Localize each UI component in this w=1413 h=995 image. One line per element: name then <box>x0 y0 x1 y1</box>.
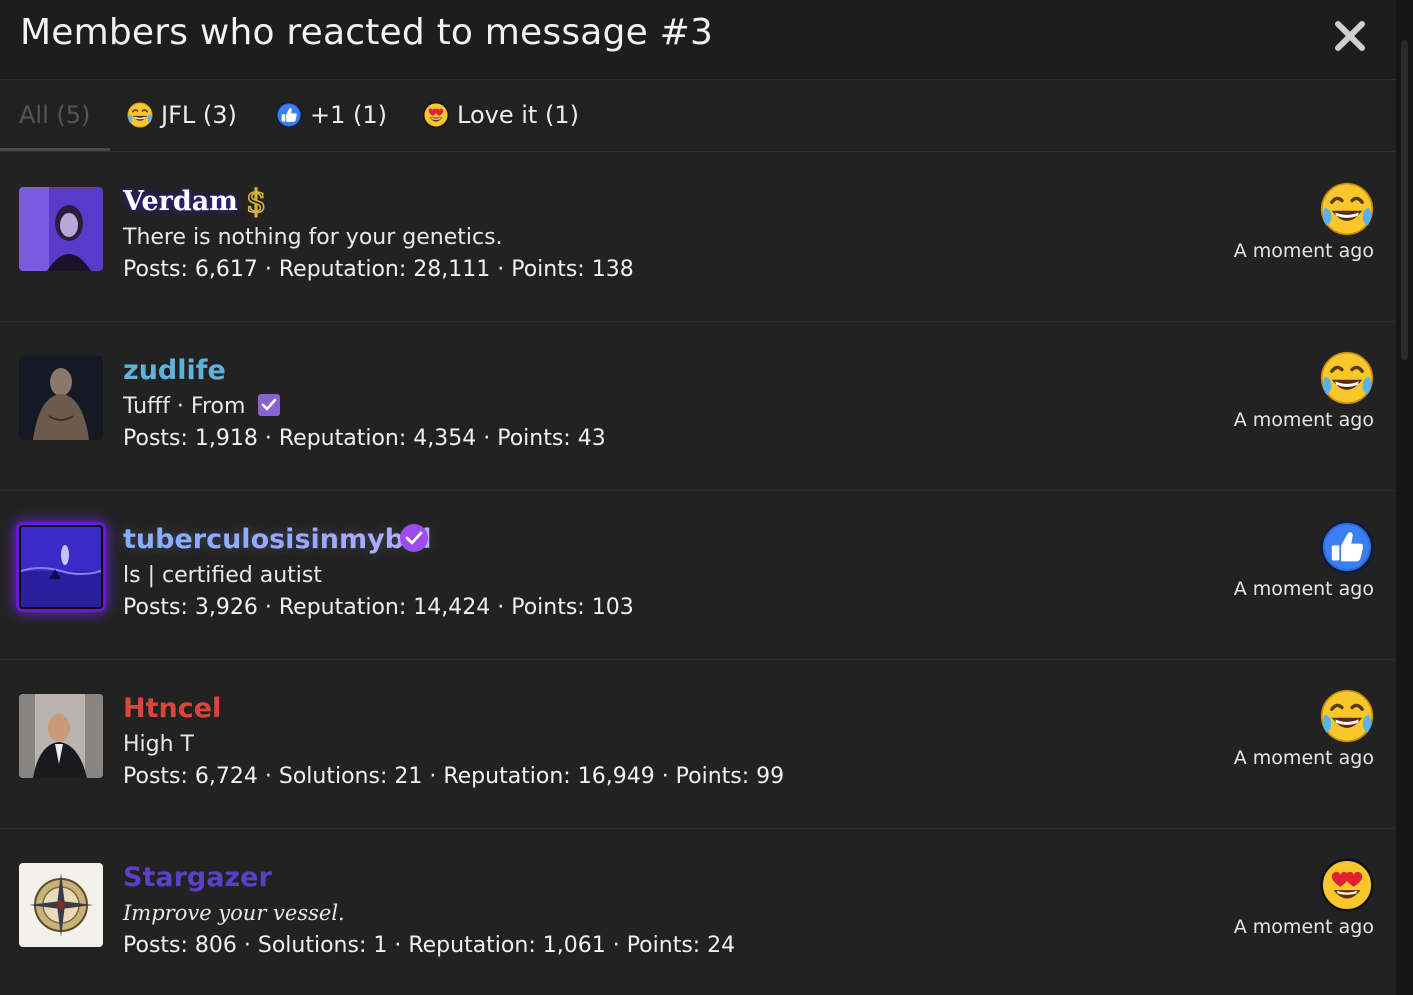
heart-eyes-icon <box>1320 858 1374 912</box>
laugh-cry-icon <box>1320 689 1374 743</box>
avatar[interactable] <box>19 356 103 440</box>
user-stats: Posts: 1,918 · Reputation: 4,354 · Point… <box>123 426 606 451</box>
list-item: Stargazer Improve your vessel. Posts: 80… <box>0 828 1396 995</box>
user-stats: Posts: 6,617 · Reputation: 28,111 · Poin… <box>123 257 634 282</box>
thumbs-up-icon <box>276 102 302 128</box>
verified-icon <box>399 523 429 557</box>
username[interactable]: Verdam <box>123 186 238 217</box>
scrollbar-thumb[interactable] <box>1401 40 1408 360</box>
reaction-time: A moment ago <box>1233 747 1374 769</box>
laugh-cry-icon <box>1320 351 1374 405</box>
scrollbar[interactable] <box>1396 0 1413 995</box>
user-title: High T <box>123 732 194 757</box>
list-item: tuberculosisinmybal ls | certified autis… <box>0 490 1396 660</box>
reaction-tabs: All (5) JFL (3) +1 (1) Love it (1) <box>0 80 1396 152</box>
tab-label: Love it (1) <box>457 101 579 129</box>
dialog-header: Members who reacted to message #3 <box>0 0 1396 80</box>
laugh-cry-icon <box>127 102 153 128</box>
reaction-time: A moment ago <box>1233 409 1374 431</box>
tab-plus-one[interactable]: +1 (1) <box>276 80 387 150</box>
user-stats: Posts: 806 · Solutions: 1 · Reputation: … <box>123 933 736 958</box>
dialog-title: Members who reacted to message #3 <box>20 12 714 53</box>
list-item: zudlife Tufff · From Posts: 1,918 · Repu… <box>0 321 1396 491</box>
close-icon[interactable] <box>1330 16 1370 56</box>
user-stats: Posts: 3,926 · Reputation: 14,424 · Poin… <box>123 595 634 620</box>
list-item: Verdam $ There is nothing for your genet… <box>0 152 1396 322</box>
dollar-icon: $ <box>244 181 270 222</box>
avatar[interactable] <box>19 863 103 947</box>
user-stats: Posts: 6,724 · Solutions: 21 · Reputatio… <box>123 764 785 789</box>
heart-eyes-icon <box>423 102 449 128</box>
svg-text:$: $ <box>246 182 266 218</box>
reaction-time: A moment ago <box>1233 240 1374 262</box>
list-item: Htncel High T Posts: 6,724 · Solutions: … <box>0 659 1396 829</box>
avatar[interactable] <box>19 525 103 609</box>
reaction-time: A moment ago <box>1233 578 1374 600</box>
checkbox-icon <box>258 394 281 416</box>
tab-jfl[interactable]: JFL (3) <box>127 80 237 150</box>
tab-label: +1 (1) <box>310 101 388 129</box>
user-title: There is nothing for your genetics. <box>123 225 503 250</box>
thumbs-up-icon <box>1320 520 1374 574</box>
tab-love-it[interactable]: Love it (1) <box>423 80 579 150</box>
avatar[interactable] <box>19 187 103 271</box>
tab-all[interactable]: All (5) <box>0 80 111 151</box>
username[interactable]: Stargazer <box>123 862 272 893</box>
reactions-dialog: Members who reacted to message #3 All (5… <box>0 0 1396 995</box>
laugh-cry-icon <box>1320 182 1374 236</box>
reaction-time: A moment ago <box>1233 916 1374 938</box>
user-title: ls | certified autist <box>123 563 322 588</box>
username[interactable]: Htncel <box>123 693 221 724</box>
avatar[interactable] <box>19 694 103 778</box>
user-title: Tufff · From <box>123 394 281 419</box>
username[interactable]: tuberculosisinmybal <box>123 524 432 555</box>
username[interactable]: zudlife <box>123 355 226 386</box>
tab-label: JFL (3) <box>161 101 237 129</box>
user-title: Improve your vessel. <box>123 901 345 925</box>
tab-label: All (5) <box>19 101 91 129</box>
